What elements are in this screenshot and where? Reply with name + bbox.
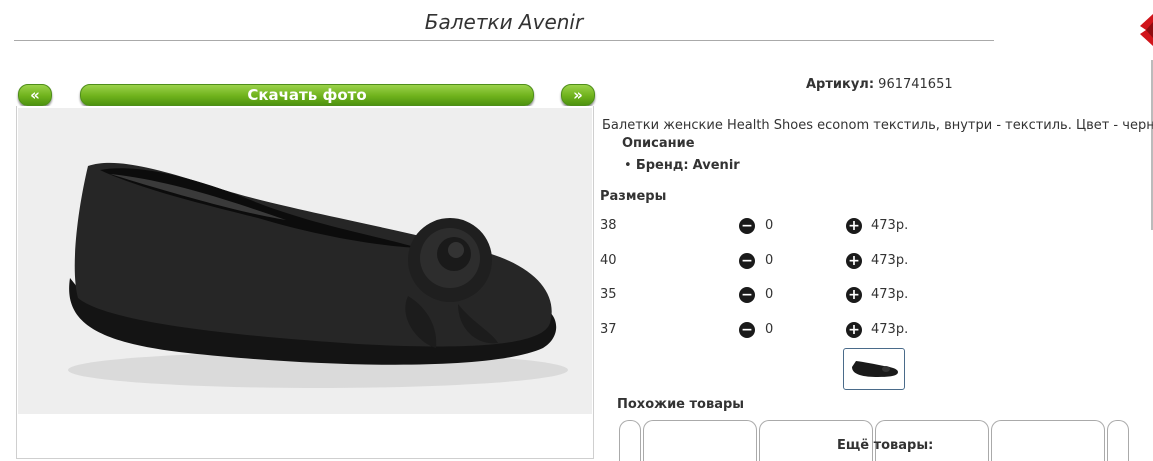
minus-circle-icon[interactable]: − [739, 218, 755, 234]
article-value: 961741651 [878, 77, 953, 92]
product-photo[interactable] [18, 108, 592, 414]
article-row: Артикул: 961741651 [806, 77, 953, 92]
price-value: 473р. [871, 287, 909, 302]
similar-prev-button[interactable] [619, 420, 641, 461]
brand-label: Бренд: [635, 158, 689, 173]
brand-row: • Бренд: Avenir [624, 158, 740, 173]
minus-circle-icon[interactable]: − [739, 287, 755, 303]
next-photo-button[interactable]: » [561, 84, 595, 106]
quantity-value: 0 [765, 218, 774, 233]
description-heading: Описание [622, 136, 695, 151]
size-value: 35 [600, 287, 617, 302]
minus-circle-icon[interactable]: − [739, 322, 755, 338]
size-value: 38 [600, 218, 617, 233]
more-products-heading: Ещё товары: [837, 438, 934, 453]
price-value: 473р. [871, 218, 909, 233]
size-value: 40 [600, 253, 617, 268]
similar-item[interactable] [991, 420, 1105, 461]
similar-next-button[interactable] [1107, 420, 1129, 461]
download-photo-button[interactable]: Скачать фото [80, 84, 534, 106]
plus-circle-icon[interactable]: + [846, 218, 862, 234]
article-label: Артикул: [806, 77, 875, 92]
quantity-value: 0 [765, 287, 774, 302]
similar-item[interactable] [643, 420, 757, 461]
prev-photo-button[interactable]: « [18, 84, 52, 106]
size-value: 37 [600, 322, 617, 337]
shoe-image [18, 108, 592, 414]
shoe-thumbnail-image [852, 361, 898, 377]
product-description: Балетки женские Health Shoes econom текс… [602, 118, 1153, 133]
brand-value: Avenir [692, 158, 740, 173]
bullet-icon: • [624, 158, 632, 173]
price-value: 473р. [871, 253, 909, 268]
title-divider [14, 40, 994, 41]
close-icon[interactable] [1138, 14, 1153, 46]
quantity-value: 0 [765, 253, 774, 268]
price-value: 473р. [871, 322, 909, 337]
sizes-heading: Размеры [600, 189, 667, 204]
quantity-value: 0 [765, 322, 774, 337]
page-title: Балетки Avenir [424, 10, 584, 34]
minus-circle-icon[interactable]: − [739, 253, 755, 269]
plus-circle-icon[interactable]: + [846, 253, 862, 269]
photo-thumbnail[interactable] [843, 348, 905, 390]
plus-circle-icon[interactable]: + [846, 322, 862, 338]
plus-circle-icon[interactable]: + [846, 287, 862, 303]
similar-heading: Похожие товары [617, 397, 745, 412]
